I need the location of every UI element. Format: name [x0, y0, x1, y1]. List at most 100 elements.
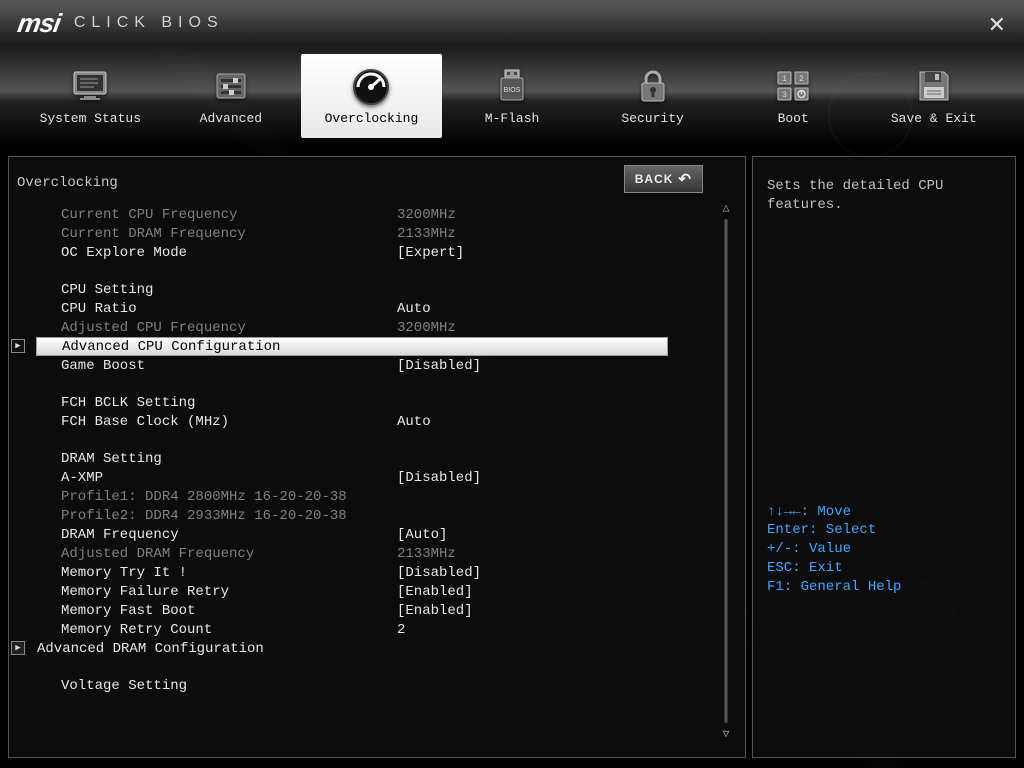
row-label: DRAM Setting: [61, 451, 397, 467]
nav-system-status[interactable]: System Status: [20, 54, 161, 138]
row-label: Memory Fast Boot: [61, 603, 397, 619]
row-memory-try-it[interactable]: Memory Try It ! [Disabled]: [37, 563, 735, 582]
nav-label: System Status: [40, 111, 141, 126]
row-value: [Enabled]: [397, 584, 473, 600]
row-dram-frequency[interactable]: DRAM Frequency [Auto]: [37, 525, 735, 544]
row-label: DRAM Frequency: [61, 527, 397, 543]
help-text: Sets the detailed CPU features.: [767, 177, 1001, 215]
row-label: Voltage Setting: [61, 678, 397, 694]
nav-save-exit[interactable]: Save & Exit: [863, 54, 1004, 138]
row-a-xmp[interactable]: A-XMP [Disabled]: [37, 468, 735, 487]
row-label: CPU Setting: [61, 282, 397, 298]
keyboard-hints: ↑↓→←: Move Enter: Select +/-: Value ESC:…: [767, 503, 901, 597]
row-value: [Disabled]: [397, 358, 481, 374]
boot-icon: 1 2 3: [771, 67, 815, 105]
row-fch-base-clock[interactable]: FCH Base Clock (MHz) Auto: [37, 412, 735, 431]
row-label: Current DRAM Frequency: [61, 226, 397, 242]
monitor-icon: [68, 67, 112, 105]
svg-text:BIOS: BIOS: [504, 87, 521, 94]
row-label: FCH BCLK Setting: [61, 395, 397, 411]
row-game-boost[interactable]: Game Boost [Disabled]: [37, 356, 735, 375]
row-current-cpu-freq: Current CPU Frequency 3200MHz: [37, 205, 735, 224]
row-value: [Disabled]: [397, 565, 481, 581]
floppy-icon: [912, 67, 956, 105]
msi-logo: msi: [15, 8, 62, 39]
row-advanced-dram-config[interactable]: Advanced DRAM Configuration: [37, 639, 735, 658]
nav-label: M-Flash: [485, 111, 540, 126]
nav-overclocking[interactable]: Overclocking: [301, 54, 442, 138]
group-cpu-setting: CPU Setting: [37, 280, 735, 299]
row-label: OC Explore Mode: [61, 245, 397, 261]
nav-security[interactable]: Security: [582, 54, 723, 138]
row-memory-retry-count[interactable]: Memory Retry Count 2: [37, 620, 735, 639]
row-label: Game Boost: [61, 358, 397, 374]
row-cpu-ratio[interactable]: CPU Ratio Auto: [37, 299, 735, 318]
row-value: 2133MHz: [397, 226, 456, 242]
row-current-dram-freq: Current DRAM Frequency 2133MHz: [37, 224, 735, 243]
submenu-arrow-icon: ▶: [11, 641, 25, 655]
row-label: Current CPU Frequency: [61, 207, 397, 223]
row-value: Auto: [397, 414, 431, 430]
row-label: Memory Retry Count: [61, 622, 397, 638]
row-value: [Expert]: [397, 245, 464, 261]
nav-advanced[interactable]: Advanced: [161, 54, 302, 138]
gauge-icon: [349, 67, 393, 105]
nav-label: Advanced: [200, 111, 262, 126]
hint-select: Enter: Select: [767, 521, 901, 540]
app-title: CLICK BIOS: [74, 14, 224, 32]
nav-mflash[interactable]: BIOS M-Flash: [442, 54, 583, 138]
scrollbar[interactable]: △ ▽: [721, 201, 731, 741]
settings-panel: BACK ↶ Overclocking Current CPU Frequenc…: [8, 156, 746, 758]
row-label: Adjusted DRAM Frequency: [61, 546, 397, 562]
row-label: Memory Try It !: [61, 565, 397, 581]
row-label: Memory Failure Retry: [61, 584, 397, 600]
row-adjusted-dram-freq: Adjusted DRAM Frequency 2133MHz: [37, 544, 735, 563]
row-profile2: Profile2: DDR4 2933MHz 16-20-20-38: [37, 506, 735, 525]
group-voltage-setting: Voltage Setting: [37, 676, 735, 695]
row-memory-fast-boot[interactable]: Memory Fast Boot [Enabled]: [37, 601, 735, 620]
svg-text:2: 2: [799, 75, 804, 84]
row-value: [Auto]: [397, 527, 447, 543]
row-oc-explore-mode[interactable]: OC Explore Mode [Expert]: [37, 243, 735, 262]
row-label: Advanced CPU Configuration: [62, 339, 398, 355]
hint-help: F1: General Help: [767, 578, 901, 597]
row-value: [Enabled]: [397, 603, 473, 619]
nav-boot[interactable]: 1 2 3 Boot: [723, 54, 864, 138]
svg-text:1: 1: [782, 75, 787, 84]
scroll-track[interactable]: [724, 219, 728, 723]
row-value: Auto: [397, 301, 431, 317]
hint-move: ↑↓→←: Move: [767, 503, 901, 522]
row-label: Profile1: DDR4 2800MHz 16-20-20-38: [61, 489, 347, 505]
row-label: Advanced DRAM Configuration: [37, 641, 373, 657]
main-nav: System Status Advanced Overclocking BIOS…: [0, 46, 1024, 146]
help-panel: Sets the detailed CPU features. ↑↓→←: Mo…: [752, 156, 1016, 758]
scroll-up-icon[interactable]: △: [723, 201, 730, 215]
submenu-arrow-icon: ▶: [11, 339, 25, 353]
nav-label: Boot: [778, 111, 809, 126]
lock-icon: [631, 67, 675, 105]
scroll-down-icon[interactable]: ▽: [723, 727, 730, 741]
usb-icon: BIOS: [490, 67, 534, 105]
row-label: Profile2: DDR4 2933MHz 16-20-20-38: [61, 508, 347, 524]
title-bar: msi CLICK BIOS ✕: [0, 0, 1024, 46]
row-value: 3200MHz: [397, 207, 456, 223]
row-memory-failure-retry[interactable]: Memory Failure Retry [Enabled]: [37, 582, 735, 601]
sliders-icon: [209, 67, 253, 105]
row-label: A-XMP: [61, 470, 397, 486]
undo-icon: ↶: [678, 170, 692, 188]
row-label: Adjusted CPU Frequency: [61, 320, 397, 336]
back-button[interactable]: BACK ↶: [624, 165, 703, 193]
row-label: FCH Base Clock (MHz): [61, 414, 397, 430]
group-dram-setting: DRAM Setting: [37, 449, 735, 468]
close-icon[interactable]: ✕: [988, 12, 1006, 38]
row-label: CPU Ratio: [61, 301, 397, 317]
row-value: 2: [397, 622, 405, 638]
row-value: 3200MHz: [397, 320, 456, 336]
row-profile1: Profile1: DDR4 2800MHz 16-20-20-38: [37, 487, 735, 506]
row-advanced-cpu-config[interactable]: Advanced CPU Configuration: [36, 337, 668, 356]
nav-label: Save & Exit: [891, 111, 977, 126]
back-label: BACK: [635, 172, 674, 186]
nav-label: Overclocking: [325, 111, 419, 126]
svg-text:3: 3: [782, 91, 787, 100]
row-adjusted-cpu-freq: Adjusted CPU Frequency 3200MHz: [37, 318, 735, 337]
